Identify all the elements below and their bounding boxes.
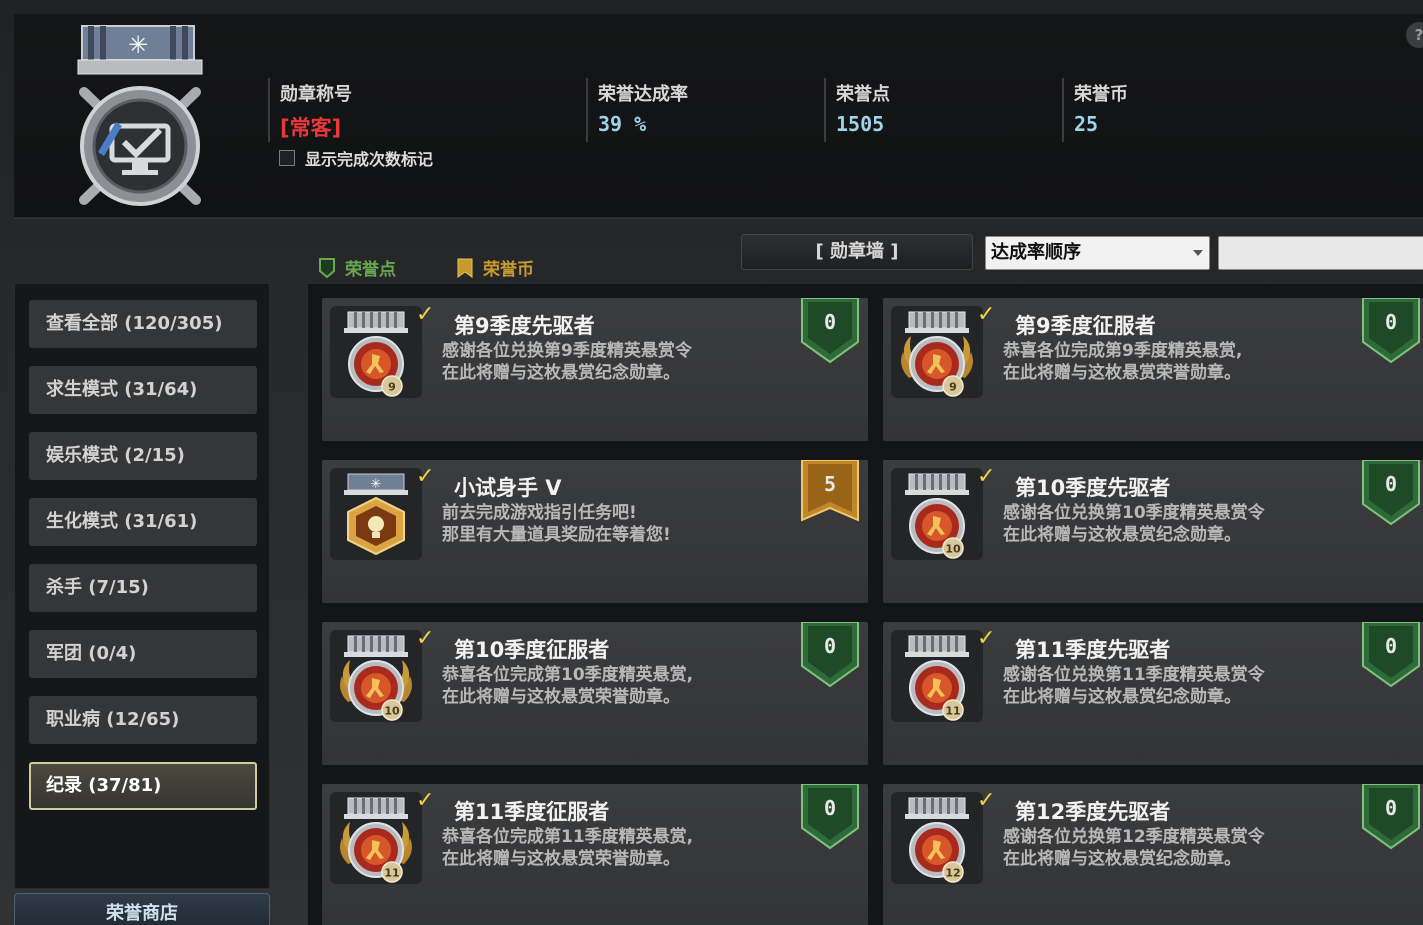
legend-points: 荣誉点 — [318, 255, 396, 280]
medal-card[interactable]: 11 ✓ 第11季度先驱者感谢各位兑换第11季度精英悬赏令 在此将赠与这枚悬赏纪念勋… — [883, 622, 1423, 765]
pioneer-medal-icon: 9 — [330, 306, 422, 398]
medal-card[interactable]: 12 ✓ 第12季度先驱者感谢各位兑换第12季度精英悬赏令 在此将赠与这枚悬赏纪念勋… — [883, 784, 1423, 925]
reward-value: 0 — [823, 634, 837, 658]
medal-description: 恭喜各位完成第10季度精英悬赏, 在此将赠与这枚悬赏荣誉勋章。 — [442, 665, 694, 707]
medal-description: 恭喜各位完成第9季度精英悬赏, 在此将赠与这枚悬赏荣誉勋章。 — [1003, 341, 1243, 383]
honor-rate-stat: 荣誉达成率 39 % — [586, 78, 688, 142]
category-all[interactable]: 查看全部 (120/305) — [29, 300, 257, 348]
medal-title-value: [常客] — [280, 116, 342, 140]
conqueror-medal-icon: 9 — [891, 306, 983, 398]
reward-value: 0 — [823, 796, 837, 820]
pioneer-medal-icon: 12 — [891, 792, 983, 884]
honor-rate-label: 荣誉达成率 — [598, 84, 688, 105]
category-records[interactable]: 纪录 (37/81) — [29, 762, 257, 810]
svg-text:10: 10 — [384, 705, 400, 718]
legend-points-label: 荣誉点 — [345, 260, 396, 280]
computer-medal-icon: ✳ — [77, 25, 203, 206]
medal-title: 第11季度先驱者 — [1015, 638, 1171, 662]
honor-coins-stat: 荣誉币 25 — [1062, 78, 1128, 142]
reward-value: 5 — [823, 472, 837, 496]
completed-check-icon: ✓ — [416, 626, 435, 651]
profile-header — [14, 14, 1423, 219]
pioneer-medal-icon: 11 — [891, 630, 983, 722]
medal-title-label: 勋章称号 — [280, 84, 352, 105]
svg-text:9: 9 — [949, 381, 957, 394]
medal-description: 前去完成游戏指引任务吧! 那里有大量道具奖励在等着您! — [442, 503, 671, 545]
points-shield-icon — [319, 257, 335, 278]
sort-order-select[interactable]: 达成率顺序 — [985, 236, 1210, 270]
svg-text:✳: ✳ — [128, 31, 148, 59]
honor-coins-value: 25 — [1074, 112, 1099, 136]
medal-title: 第9季度征服者 — [1015, 314, 1156, 338]
category-occupational[interactable]: 职业病 (12/65) — [29, 696, 257, 744]
svg-text:11: 11 — [945, 705, 960, 718]
category-legion[interactable]: 军团 (0/4) — [29, 630, 257, 678]
category-killer[interactable]: 杀手 (7/15) — [29, 564, 257, 612]
medal-description: 恭喜各位完成第11季度精英悬赏, 在此将赠与这枚悬赏荣誉勋章。 — [442, 827, 694, 869]
honor-points-value: 1505 — [836, 112, 885, 136]
sort-order-value: 达成率顺序 — [991, 242, 1081, 263]
completion-count-label: 显示完成次数标记 — [305, 150, 434, 169]
reward-value: 0 — [1384, 634, 1398, 658]
medal-description: 感谢各位兑换第11季度精英悬赏令 在此将赠与这枚悬赏纪念勋章。 — [1003, 665, 1265, 707]
medal-title: 第10季度先驱者 — [1015, 476, 1171, 500]
svg-text:✳: ✳ — [371, 477, 382, 492]
completion-count-checkbox[interactable] — [279, 150, 295, 166]
medal-description: 感谢各位兑换第9季度精英悬赏令 在此将赠与这枚悬赏纪念勋章。 — [442, 341, 692, 383]
completed-check-icon: ✓ — [416, 788, 435, 813]
completed-check-icon: ✓ — [977, 788, 996, 813]
medal-card[interactable]: 11 ✓ 第11季度征服者恭喜各位完成第11季度精英悬赏, 在此将赠与这枚悬赏荣誉勋… — [322, 784, 868, 925]
category-entertainment[interactable]: 娱乐模式 (2/15) — [29, 432, 257, 480]
category-zombie[interactable]: 生化模式 (31/61) — [29, 498, 257, 546]
medal-card[interactable]: 10 ✓ 第10季度征服者恭喜各位完成第10季度精英悬赏, 在此将赠与这枚悬赏荣誉勋… — [322, 622, 868, 765]
medal-title-stat: 勋章称号 [常客] — [268, 78, 352, 142]
completion-count-toggle[interactable]: 显示完成次数标记 — [279, 146, 433, 170]
reward-value: 0 — [1384, 472, 1398, 496]
legend-coins: 荣誉币 — [456, 255, 534, 280]
svg-text:11: 11 — [384, 867, 399, 880]
tutorial-medal-icon: ✳ — [330, 468, 422, 560]
category-sidebar: 查看全部 (120/305) 求生模式 (31/64) 娱乐模式 (2/15) … — [14, 283, 270, 889]
medal-title: 第10季度征服者 — [454, 638, 610, 662]
medal-title: 第11季度征服者 — [454, 800, 610, 824]
medal-card[interactable]: 10 ✓ 第10季度先驱者感谢各位兑换第10季度精英悬赏令 在此将赠与这枚悬赏纪念勋… — [883, 460, 1423, 603]
honor-points-label: 荣誉点 — [836, 84, 890, 105]
medal-title: 第12季度先驱者 — [1015, 800, 1171, 824]
medal-card[interactable]: ✳ ✓ 小试身手 V 前去完成游戏指引任务吧! 那里有大量道具奖励在等着您! 5 — [322, 460, 868, 603]
pioneer-medal-icon: 10 — [891, 468, 983, 560]
category-survival[interactable]: 求生模式 (31/64) — [29, 366, 257, 414]
conqueror-medal-icon: 11 — [330, 792, 422, 884]
medal-wall-button[interactable]: [ 勋章墙 ] — [741, 234, 973, 270]
honor-rate-value: 39 % — [598, 112, 647, 136]
completed-check-icon: ✓ — [416, 464, 435, 489]
completed-check-icon: ✓ — [416, 302, 435, 327]
completed-check-icon: ✓ — [977, 626, 996, 651]
conqueror-medal-icon: 10 — [330, 630, 422, 722]
honor-shop-tab[interactable]: 荣誉商店 — [14, 893, 270, 925]
legend-coins-label: 荣誉币 — [483, 260, 534, 280]
search-input[interactable] — [1218, 236, 1423, 270]
medal-grid: 9 ✓ 第9季度先驱者感谢各位兑换第9季度精英悬赏令 在此将赠与这枚悬赏纪念勋章。 0… — [307, 283, 1423, 925]
chevron-down-icon — [1193, 250, 1203, 256]
svg-text:9: 9 — [388, 381, 396, 394]
medal-description: 感谢各位兑换第10季度精英悬赏令 在此将赠与这枚悬赏纪念勋章。 — [1003, 503, 1265, 545]
svg-text:10: 10 — [945, 543, 961, 556]
completed-check-icon: ✓ — [977, 302, 996, 327]
svg-text:12: 12 — [945, 867, 960, 880]
honor-points-stat: 荣誉点 1505 — [824, 78, 890, 142]
medal-title: 第9季度先驱者 — [454, 314, 595, 338]
medal-title: 小试身手 V — [454, 476, 562, 500]
medal-card[interactable]: 9 ✓ 第9季度征服者恭喜各位完成第9季度精英悬赏, 在此将赠与这枚悬赏荣誉勋章。 0 — [883, 298, 1423, 441]
completed-check-icon: ✓ — [977, 464, 996, 489]
coins-banner-icon — [457, 258, 473, 278]
medal-card[interactable]: 9 ✓ 第9季度先驱者感谢各位兑换第9季度精英悬赏令 在此将赠与这枚悬赏纪念勋章。 0 — [322, 298, 868, 441]
reward-value: 0 — [1384, 310, 1398, 334]
honor-coins-label: 荣誉币 — [1074, 84, 1128, 105]
medal-description: 感谢各位兑换第12季度精英悬赏令 在此将赠与这枚悬赏纪念勋章。 — [1003, 827, 1265, 869]
reward-value: 0 — [823, 310, 837, 334]
reward-value: 0 — [1384, 796, 1398, 820]
